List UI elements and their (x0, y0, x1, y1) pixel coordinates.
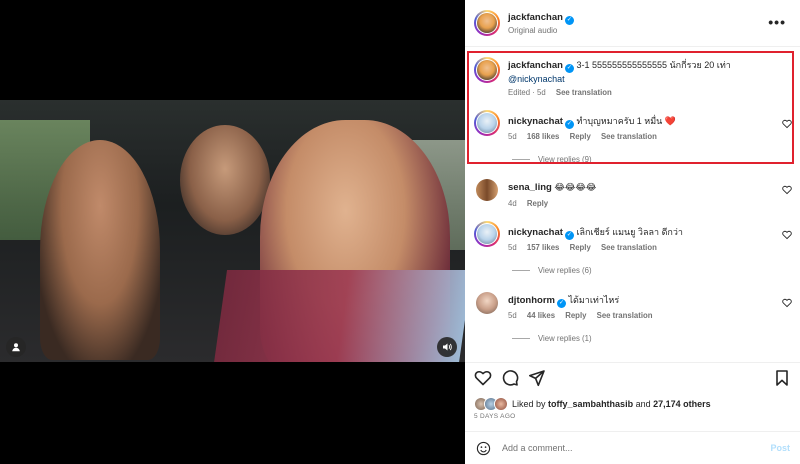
author-username[interactable]: jackfanchan (508, 12, 563, 23)
commenter-avatar[interactable] (476, 179, 498, 201)
reply-button[interactable]: Reply (527, 199, 548, 208)
commenter-username[interactable]: sena_ling (508, 182, 552, 193)
view-replies-label: View replies (9) (538, 155, 592, 164)
comment-body: nickynachat ✓ ทำบุญหมาครับ 1 หมื่น ❤️ (508, 115, 773, 129)
liker-avatars (474, 397, 512, 411)
view-replies-label: View replies (6) (538, 266, 592, 275)
likes-count[interactable]: 27,174 others (653, 399, 711, 409)
share-icon[interactable] (528, 369, 546, 387)
more-options-icon[interactable]: ••• (768, 14, 786, 30)
verified-badge-icon: ✓ (564, 120, 574, 129)
verified-badge-icon: ✓ (556, 299, 566, 308)
comment-text: ได้มาเท่าไหร่ (568, 295, 620, 305)
commenter-username[interactable]: djtonhorm (508, 295, 555, 306)
audio-toggle-button[interactable] (437, 337, 457, 357)
comment-item: nickynachat ✓ ทำบุญหมาครับ 1 หมื่น ❤️ 5d … (465, 110, 800, 165)
comment-meta: Edited · 5d See translation (508, 88, 620, 97)
view-replies-label: View replies (1) (538, 334, 592, 343)
video-player[interactable] (0, 100, 465, 362)
emoji-icon[interactable] (476, 441, 491, 456)
comment-text: 😂😂😂😂 (554, 182, 597, 192)
reply-button[interactable]: Reply (570, 243, 591, 252)
see-translation-link[interactable]: See translation (601, 132, 657, 141)
reply-button[interactable]: Reply (565, 311, 586, 320)
commenter-avatar[interactable] (474, 221, 500, 247)
comment-body: djtonhorm ✓ ได้มาเท่าไหร่ (508, 294, 773, 308)
commenter-username[interactable]: jackfanchan (508, 60, 563, 71)
comment-text: ทำบุญหมาครับ 1 หมื่น ❤️ (576, 116, 677, 126)
video-shirt (212, 270, 465, 362)
comment-body: nickynachat ✓ เลิกเชียร์ แมนยู วิลลา ดีกว… (508, 226, 773, 240)
caption-comment: jackfanchan ✓ 3-1 555555555555555 นักกี่ร… (465, 57, 800, 102)
comment-body: jackfanchan ✓ 3-1 555555555555555 นักกี่ร… (508, 59, 773, 85)
post-date[interactable]: 5 DAYS AGO (474, 413, 516, 420)
mention-link[interactable]: @nickynachat (508, 74, 565, 84)
commenter-avatar[interactable] (476, 292, 498, 314)
view-replies-button[interactable]: View replies (6) (512, 266, 592, 275)
audio-label[interactable]: Original audio (508, 26, 557, 35)
post-actions-bar (465, 362, 800, 390)
author-avatar[interactable] (474, 10, 500, 36)
bookmark-icon[interactable] (773, 369, 791, 387)
post-panel: jackfanchan ✓ Original audio ••• jackfanc… (465, 0, 800, 464)
reply-button[interactable]: Reply (570, 132, 591, 141)
replies-divider (512, 270, 530, 272)
comment-age: 5d (508, 132, 517, 141)
commenter-avatar[interactable] (474, 110, 500, 136)
comment-body: sena_ling 😂😂😂😂 (508, 181, 773, 194)
comment-composer: Add a comment... Post (465, 431, 800, 464)
verified-badge-icon: ✓ (564, 64, 574, 73)
commenter-username[interactable]: nickynachat (508, 116, 563, 127)
comment-item: djtonhorm ✓ ได้มาเท่าไหร่ 5d 44 likes Rep… (465, 291, 800, 351)
comment-item: nickynachat ✓ เลิกเชียร์ แมนยู วิลลา ดีกว… (465, 221, 800, 281)
comment-age: Edited · 5d (508, 88, 546, 97)
likes-text: Liked by toffy_sambahthasib and 27,174 o… (512, 399, 711, 409)
comment-item: sena_ling 😂😂😂😂 4d Reply (465, 177, 800, 212)
comment-icon[interactable] (501, 369, 519, 387)
video-person-left (40, 140, 160, 360)
view-replies-button[interactable]: View replies (1) (512, 334, 592, 343)
video-person-back (180, 125, 270, 235)
see-translation-link[interactable]: See translation (556, 88, 612, 97)
comment-text: เลิกเชียร์ แมนยู วิลลา ดีกว่า (576, 227, 683, 237)
see-translation-link[interactable]: See translation (597, 311, 653, 320)
view-replies-button[interactable]: View replies (9) (512, 155, 592, 164)
comment-likes[interactable]: 157 likes (527, 243, 560, 252)
replies-divider (512, 338, 530, 340)
comment-meta: 4d Reply (508, 199, 556, 208)
commenter-username[interactable]: nickynachat (508, 227, 563, 238)
replies-divider (512, 159, 530, 161)
tagged-users-button[interactable] (6, 337, 26, 357)
comment-meta: 5d 44 likes Reply See translation (508, 311, 661, 320)
see-translation-link[interactable]: See translation (601, 243, 657, 252)
post-header: jackfanchan ✓ Original audio ••• (465, 0, 800, 47)
comment-likes[interactable]: 168 likes (527, 132, 560, 141)
like-comment-heart-icon[interactable] (782, 119, 792, 129)
comment-age: 4d (508, 199, 517, 208)
likes-joiner: and (635, 399, 651, 409)
heart-icon[interactable] (474, 369, 492, 387)
comment-input[interactable]: Add a comment... (502, 443, 573, 453)
comment-age: 5d (508, 243, 517, 252)
verified-badge-icon: ✓ (564, 16, 574, 25)
verified-badge-icon: ✓ (564, 231, 574, 240)
comment-likes[interactable]: 44 likes (527, 311, 555, 320)
speaker-icon (443, 343, 452, 351)
comment-age: 5d (508, 311, 517, 320)
comment-meta: 5d 157 likes Reply See translation (508, 243, 665, 252)
like-comment-heart-icon[interactable] (782, 185, 792, 195)
likes-prefix: Liked by (512, 399, 546, 409)
like-comment-heart-icon[interactable] (782, 298, 792, 308)
comment-text: 3-1 555555555555555 นักกี่รวย 20 เท่า (576, 60, 731, 70)
person-icon (12, 343, 20, 352)
media-pane (0, 0, 465, 464)
liker-avatar (494, 397, 508, 411)
like-comment-heart-icon[interactable] (782, 230, 792, 240)
commenter-avatar[interactable] (474, 57, 500, 83)
liker-username[interactable]: toffy_sambahthasib (548, 399, 633, 409)
post-comment-button[interactable]: Post (770, 443, 790, 453)
comment-meta: 5d 168 likes Reply See translation (508, 132, 665, 141)
